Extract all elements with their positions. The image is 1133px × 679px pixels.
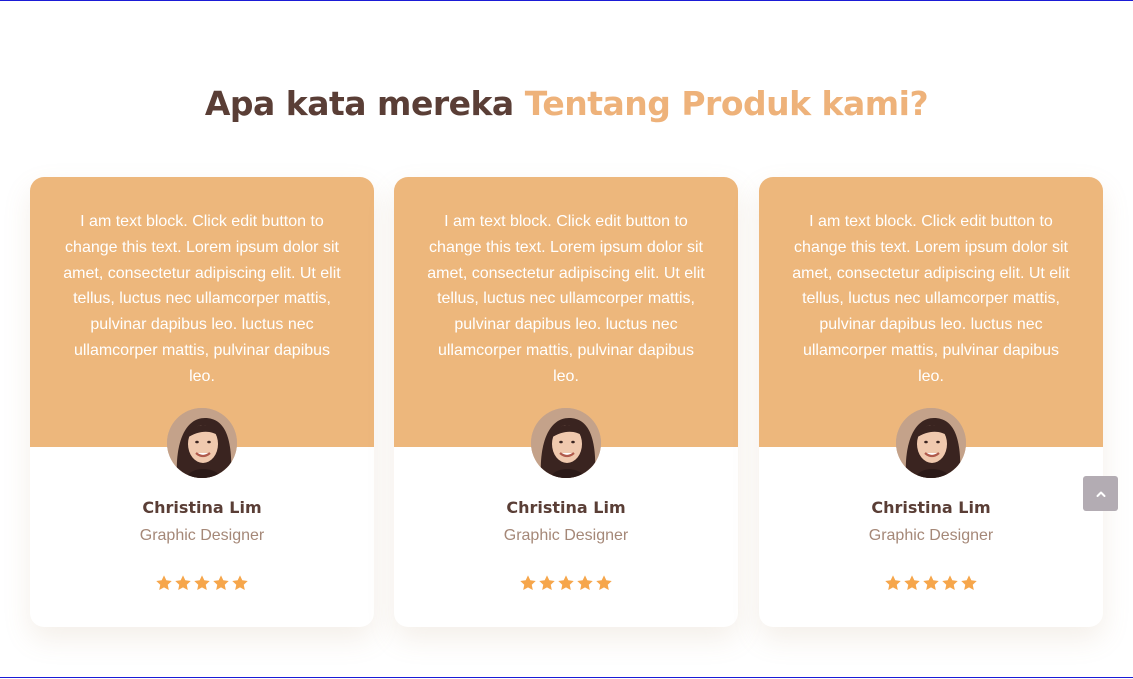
star-icon — [961, 575, 977, 591]
testimonial-role: Graphic Designer — [503, 527, 629, 544]
testimonial-name: Christina Lim — [506, 498, 626, 517]
testimonial-name: Christina Lim — [142, 498, 262, 517]
woman-portrait-icon — [531, 408, 601, 478]
star-icon — [520, 575, 536, 591]
testimonial-quote: I am text block. Click edit button to ch… — [792, 213, 1070, 385]
star-icon — [232, 575, 248, 591]
testimonial-name: Christina Lim — [871, 498, 991, 517]
star-rating — [30, 574, 374, 592]
star-icon — [923, 575, 939, 591]
star-rating — [394, 574, 738, 592]
testimonial-card: I am text block. Click edit button to ch… — [394, 177, 738, 627]
avatar — [896, 408, 966, 478]
testimonial-role: Graphic Designer — [868, 527, 994, 544]
star-icon — [213, 575, 229, 591]
testimonial-card: I am text block. Click edit button to ch… — [759, 177, 1103, 627]
top-divider — [0, 0, 1133, 1]
woman-portrait-icon — [896, 408, 966, 478]
section-title-accent: Tentang Produk kami? — [524, 84, 929, 123]
avatar — [531, 408, 601, 478]
star-icon — [539, 575, 555, 591]
star-icon — [194, 575, 210, 591]
star-icon — [175, 575, 191, 591]
avatar — [167, 408, 237, 478]
woman-portrait-icon — [167, 408, 237, 478]
bottom-divider — [0, 677, 1133, 678]
star-icon — [156, 575, 172, 591]
section-title-dark: Apa kata mereka — [204, 84, 514, 123]
star-icon — [577, 575, 593, 591]
star-icon — [596, 575, 612, 591]
star-icon — [885, 575, 901, 591]
star-rating — [759, 574, 1103, 592]
star-icon — [904, 575, 920, 591]
testimonial-role: Graphic Designer — [139, 527, 265, 544]
testimonial-cards: I am text block. Click edit button to ch… — [30, 177, 1103, 627]
back-to-top-button[interactable] — [1083, 476, 1118, 511]
section-title: Apa kata mereka Tentang Produk kami? — [0, 82, 1133, 126]
testimonial-card: I am text block. Click edit button to ch… — [30, 177, 374, 627]
testimonial-quote: I am text block. Click edit button to ch… — [63, 213, 341, 385]
star-icon — [558, 575, 574, 591]
chevron-up-icon — [1096, 491, 1105, 497]
star-icon — [942, 575, 958, 591]
testimonial-quote: I am text block. Click edit button to ch… — [427, 213, 705, 385]
